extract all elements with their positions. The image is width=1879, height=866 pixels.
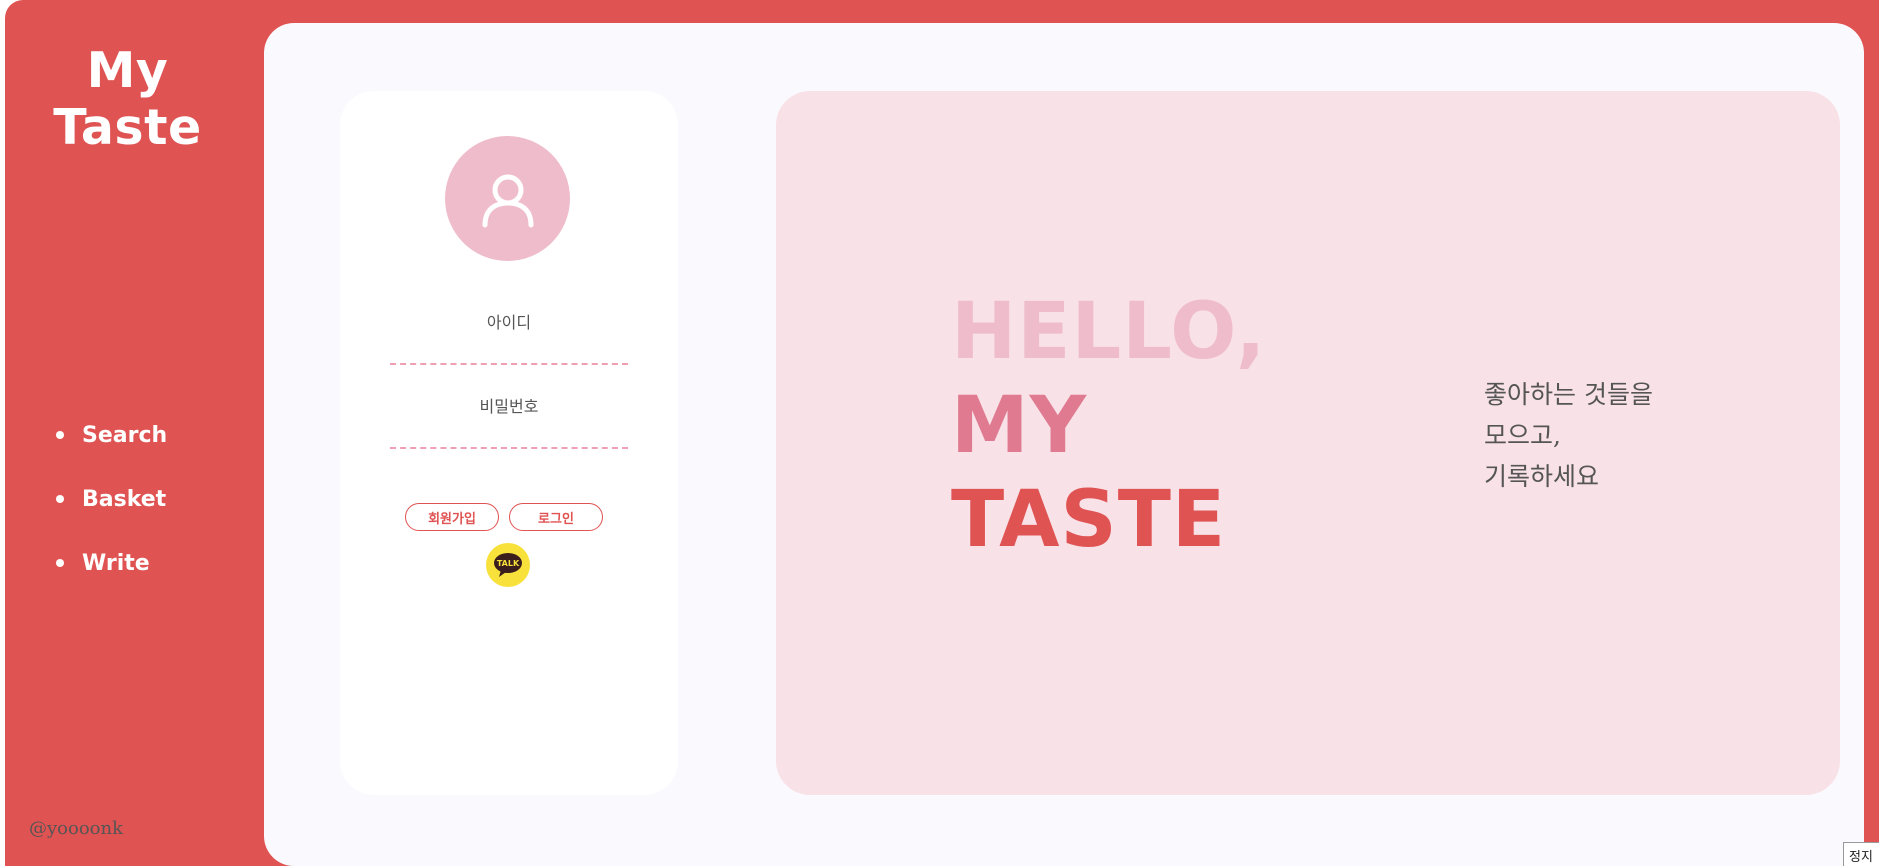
hero-panel: HELLO, MY TASTE 좋아하는 것들을 모으고, 기록하세요 [776, 91, 1840, 795]
stop-button[interactable]: 정지 [1843, 842, 1879, 866]
hero-line-my: MY [951, 381, 1088, 471]
brand-line-2: Taste [53, 99, 202, 156]
login-card: 아이디 비밀번호 회원가입 로그인 TALK [340, 91, 678, 795]
kakao-talk-text: TALK [497, 559, 520, 568]
nav-item-search[interactable]: Search [56, 403, 167, 467]
nav-item-label: Write [82, 550, 150, 576]
kakao-login-button[interactable]: TALK [486, 543, 530, 587]
tagline-line-2: 모으고, [1484, 421, 1561, 450]
nav-item-label: Basket [82, 486, 167, 512]
user-icon [445, 136, 570, 261]
brand-line-1: My [86, 42, 169, 99]
nav-item-basket[interactable]: Basket [56, 467, 167, 531]
bullet-icon [56, 559, 64, 567]
hero-tagline: 좋아하는 것들을 모으고, 기록하세요 [1484, 374, 1653, 497]
sidebar-nav: Search Basket Write [56, 403, 167, 595]
tagline-line-3: 기록하세요 [1484, 462, 1600, 491]
brand-logo[interactable]: My Taste [5, 42, 250, 156]
tagline-line-1: 좋아하는 것들을 [1484, 380, 1653, 409]
hero-line-hello: HELLO, [951, 287, 1267, 377]
nav-item-write[interactable]: Write [56, 531, 167, 595]
main-content: 아이디 비밀번호 회원가입 로그인 TALK HELLO, MY TASTE 좋… [264, 23, 1864, 866]
id-field[interactable]: 아이디 [340, 309, 678, 333]
signup-button[interactable]: 회원가입 [405, 503, 499, 531]
id-field-underline [390, 363, 628, 365]
bullet-icon [56, 431, 64, 439]
login-button[interactable]: 로그인 [509, 503, 603, 531]
app-frame: My Taste Search Basket Write @yoooonk 아이… [5, 0, 1879, 866]
bullet-icon [56, 495, 64, 503]
hero-line-taste: TASTE [951, 475, 1227, 565]
nav-item-label: Search [82, 422, 168, 448]
kakao-talk-icon: TALK [494, 553, 522, 577]
author-handle: @yoooonk [29, 818, 124, 839]
password-field[interactable]: 비밀번호 [340, 393, 678, 417]
password-field-underline [390, 447, 628, 449]
